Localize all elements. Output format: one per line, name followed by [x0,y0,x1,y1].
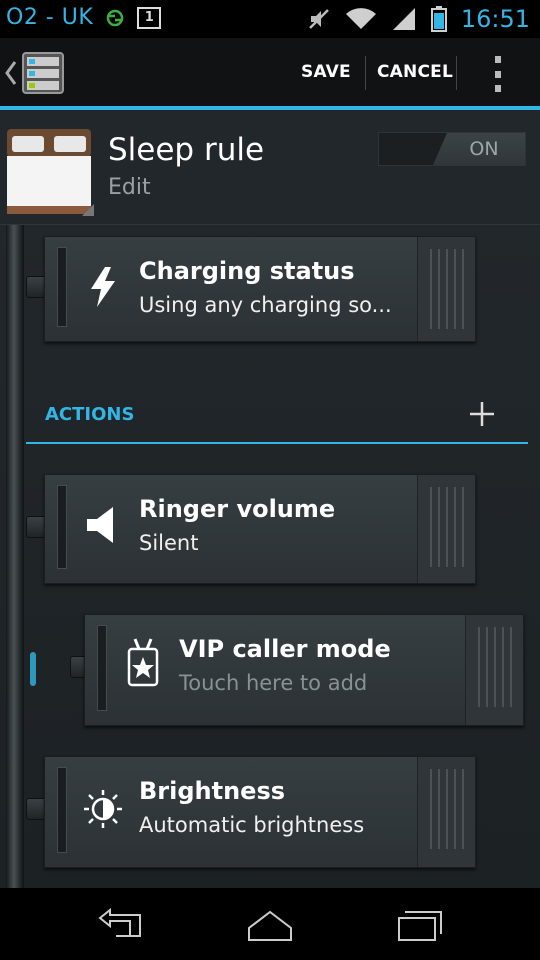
card-slot [97,625,107,711]
action-card-brightness[interactable]: Brightness Automatic brightness [44,756,476,868]
bed-icon[interactable] [6,128,94,218]
home-icon[interactable] [245,906,295,944]
card-title: Brightness [139,777,286,805]
overflow-dot-icon [495,56,501,63]
recent-apps-icon[interactable] [395,906,445,944]
drag-handle[interactable] [417,237,475,341]
speaker-icon [87,507,113,543]
rule-subtitle: Edit [108,175,151,200]
action-bar: SAVE CANCEL [0,38,540,106]
drag-handle[interactable] [417,757,475,867]
app-logo-icon[interactable] [22,52,64,94]
toggle-knob: ON [433,133,525,165]
action-divider [365,56,366,90]
rule-header: Sleep rule Edit ON [0,110,540,225]
rule-toggle[interactable]: ON [378,132,526,166]
selection-marker [30,652,36,686]
carrier-name: O2 - UK [6,5,94,30]
card-subtitle: Using any charging so... [139,293,392,317]
add-action-button[interactable] [468,400,496,428]
card-slot [57,485,67,569]
card-slot [57,767,67,853]
overflow-menu-button[interactable] [486,56,510,92]
rule-editor[interactable]: Sleep rule Edit ON Charging status Using… [0,110,540,888]
trigger-card-charging-status[interactable]: Charging status Using any charging so... [44,236,476,342]
action-divider [456,56,457,90]
action-card-ringer-volume[interactable]: Ringer volume Silent [44,474,476,584]
lightning-icon [91,267,115,307]
status-left: O2 - UK 1 [6,5,162,30]
timeline-rail [6,225,24,888]
vip-badge-icon [127,638,159,687]
status-bar: O2 - UK 1 16:51 [0,0,540,38]
wifi-icon [345,8,376,29]
card-slot [57,247,67,327]
drag-handle[interactable] [465,615,523,725]
save-button[interactable]: SAVE [301,38,351,106]
section-title: ACTIONS [45,404,135,425]
notification-icon: 1 [137,6,162,29]
back-icon[interactable] [96,906,146,944]
brightness-icon [84,790,122,828]
card-subtitle: Touch here to add [179,671,368,695]
status-clock: 16:51 [460,5,530,33]
actions-section-header: ACTIONS [26,390,528,444]
drag-handle[interactable] [417,475,475,583]
overflow-dot-icon [495,70,501,78]
card-subtitle: Automatic brightness [139,813,365,837]
card-subtitle: Silent [139,531,199,555]
rule-title: Sleep rule [108,132,265,168]
sync-icon [107,9,124,26]
card-title: Ringer volume [139,495,336,523]
signal-icon [392,8,415,30]
battery-icon [430,6,447,32]
status-right: 16:51 [307,5,530,33]
card-title: Charging status [139,257,355,285]
mute-icon [308,9,329,29]
action-card-vip-caller-mode[interactable]: VIP caller mode Touch here to add [84,614,524,726]
overflow-dot-icon [495,85,501,92]
navigation-bar [0,888,540,960]
back-chevron-icon[interactable] [4,60,18,86]
card-title: VIP caller mode [179,635,391,663]
cancel-button[interactable]: CANCEL [377,38,453,106]
